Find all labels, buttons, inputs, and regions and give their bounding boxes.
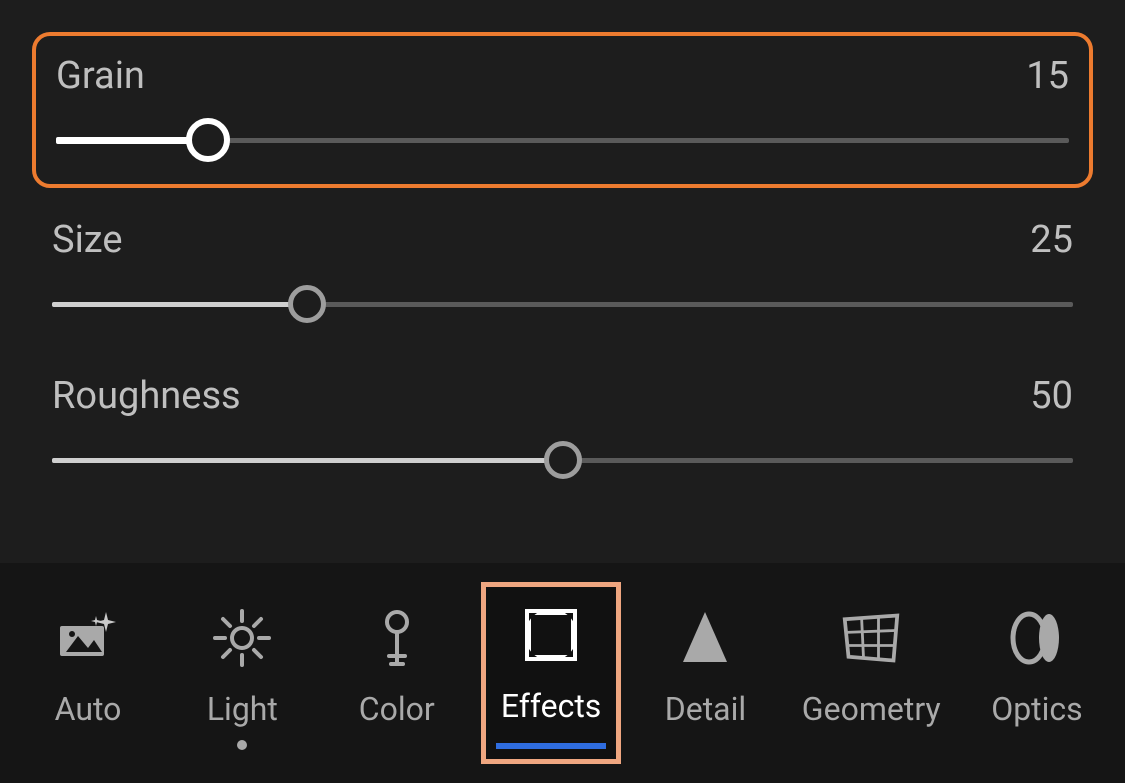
size-slider-group: Size 25 [52,218,1073,324]
grain-label: Grain [56,54,145,98]
tab-effects-indicator [496,743,606,749]
detail-icon [675,608,735,668]
optics-icon [1007,608,1067,668]
tab-optics[interactable]: Optics [967,590,1107,756]
grain-slider-group: Grain 15 [32,32,1093,188]
size-slider-thumb[interactable] [288,285,326,323]
tab-effects[interactable]: Effects [481,582,621,764]
color-icon [367,608,427,668]
tab-light[interactable]: Light [172,590,312,756]
tab-light-label: Light [207,690,278,728]
edit-tabbar: Auto Light [0,563,1125,783]
light-modified-dot [237,740,247,750]
roughness-label: Roughness [52,374,241,418]
grain-value: 15 [1026,54,1069,98]
tab-auto[interactable]: Auto [18,590,158,756]
roughness-slider[interactable] [52,440,1073,480]
geometry-icon [841,608,901,668]
roughness-slider-thumb[interactable] [544,441,582,479]
roughness-value: 50 [1030,374,1073,418]
tab-color[interactable]: Color [327,590,467,756]
effects-icon [521,605,581,665]
tab-auto-label: Auto [55,690,122,728]
tab-geometry[interactable]: Geometry [790,590,953,756]
light-icon [212,608,272,668]
effects-panel: Grain 15 Size 25 Roughness 50 [0,0,1125,480]
grain-slider-thumb[interactable] [186,118,230,162]
size-value: 25 [1030,218,1073,262]
tab-detail[interactable]: Detail [635,590,775,756]
tab-color-label: Color [359,690,435,728]
tab-detail-label: Detail [665,690,746,728]
roughness-slider-group: Roughness 50 [52,374,1073,480]
tab-geometry-label: Geometry [802,690,941,728]
tab-effects-label: Effects [501,687,601,725]
size-slider[interactable] [52,284,1073,324]
grain-slider[interactable] [56,120,1069,160]
tab-optics-label: Optics [991,690,1083,728]
size-label: Size [52,218,123,262]
auto-icon [58,608,118,668]
